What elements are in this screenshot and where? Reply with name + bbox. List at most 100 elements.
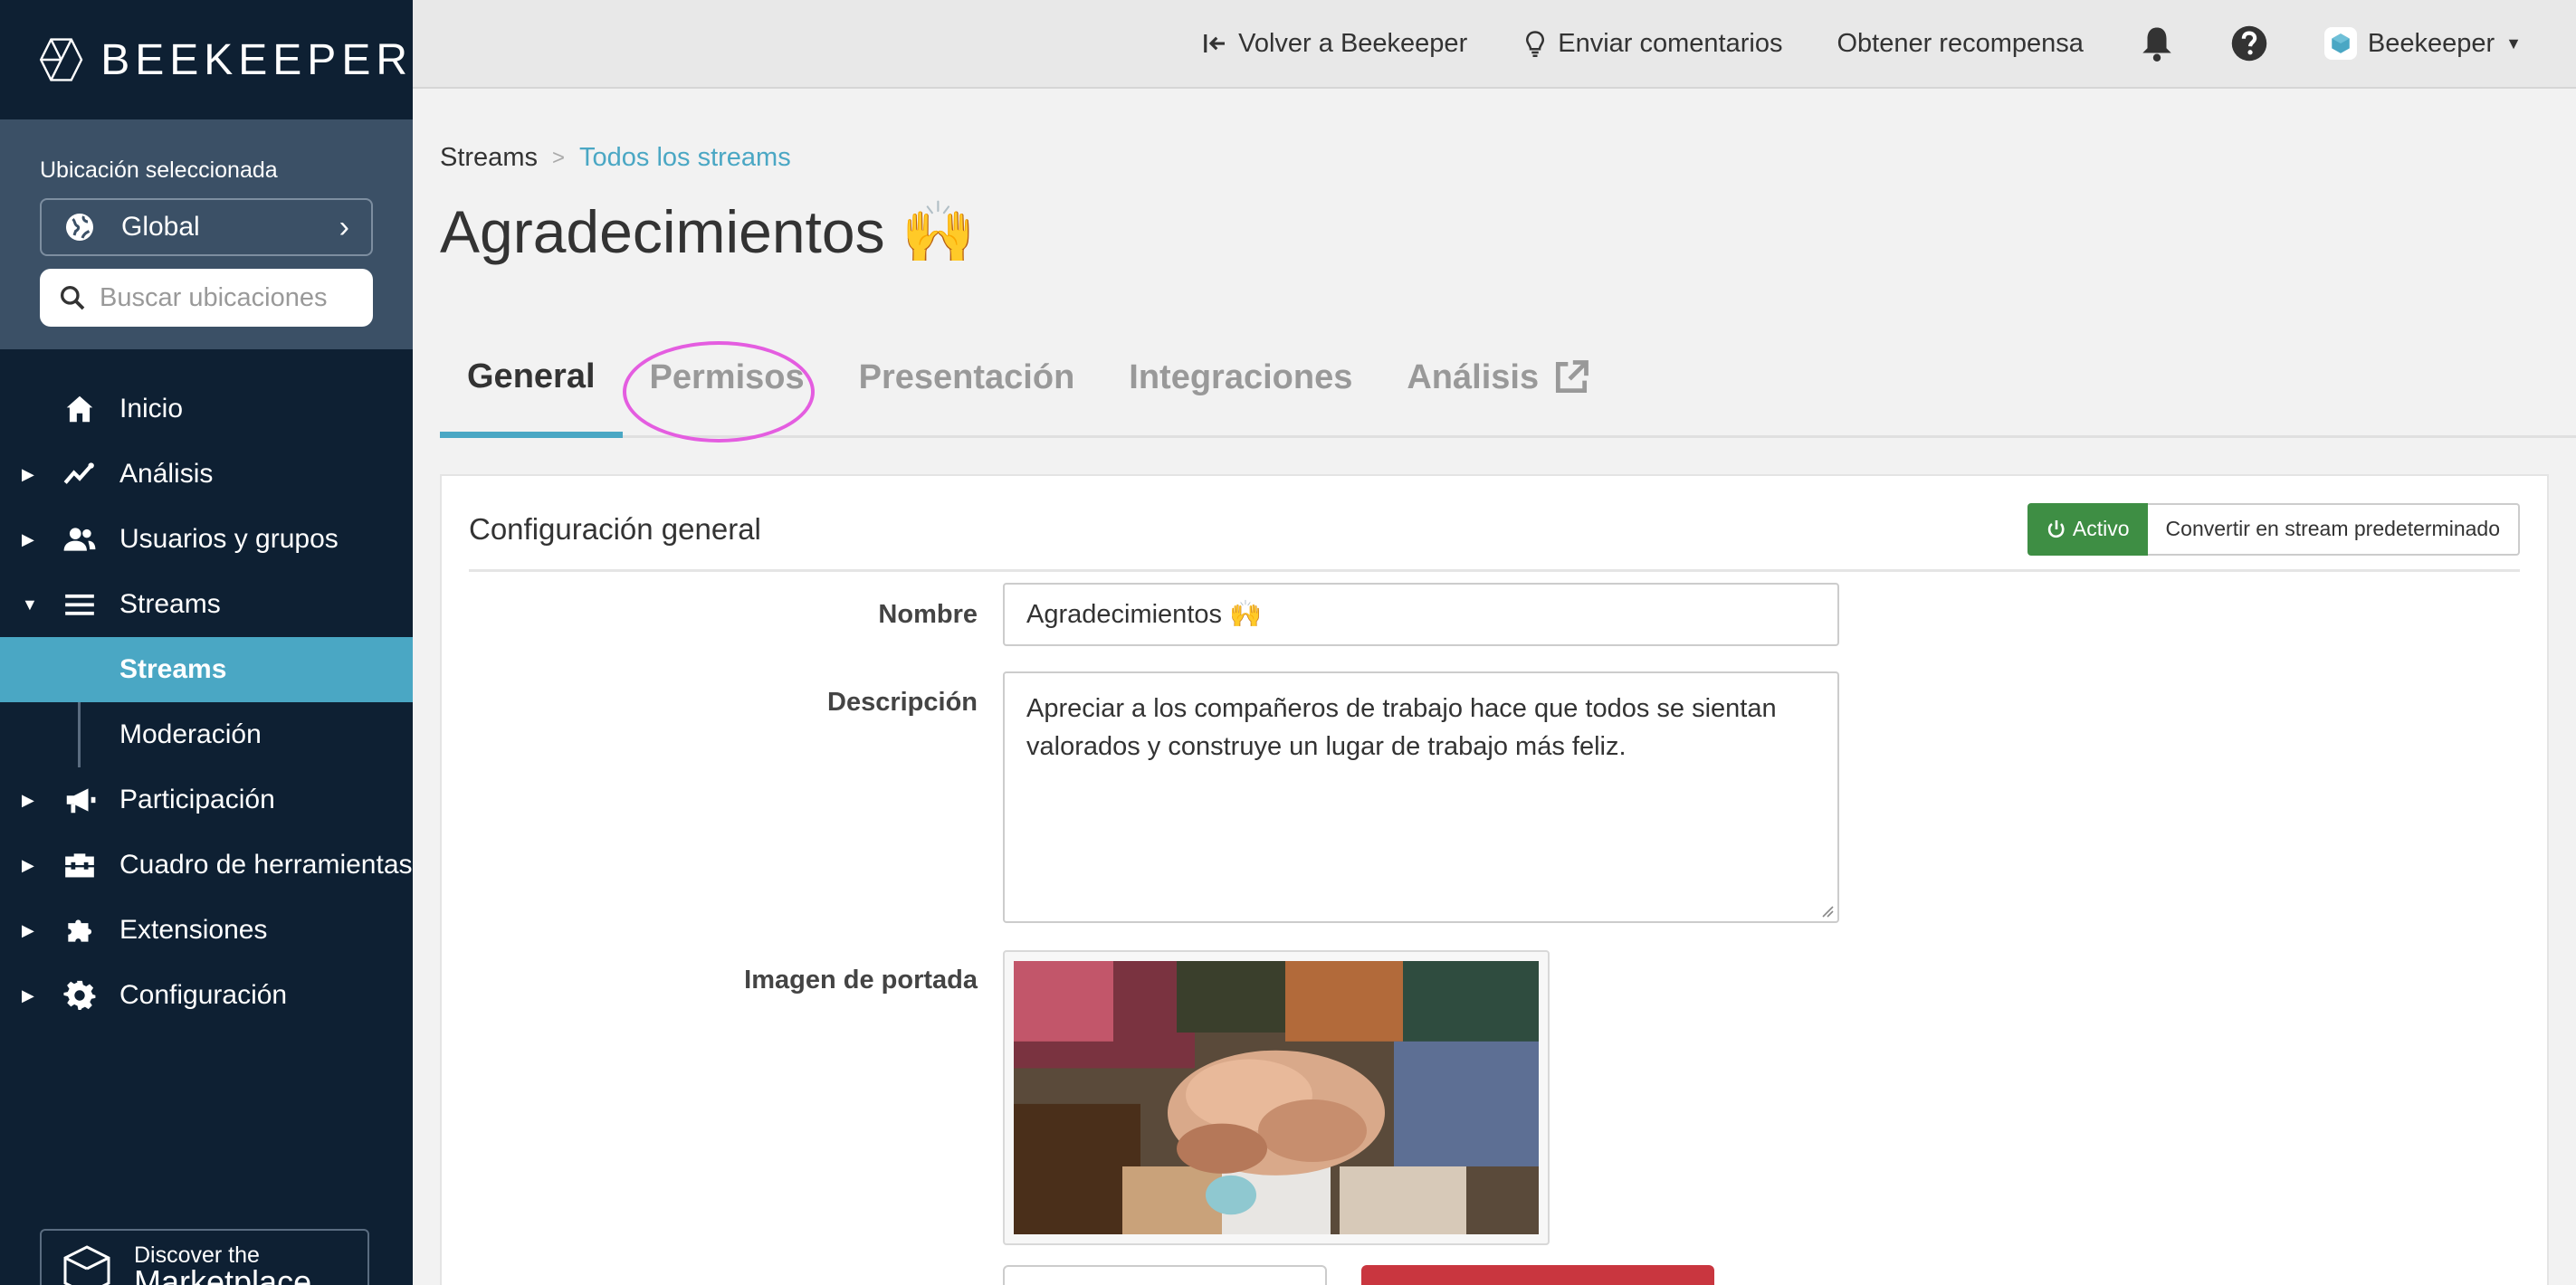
user-menu[interactable]: Beekeeper ▼ (2323, 27, 2522, 60)
search-icon (61, 286, 85, 310)
beekeeper-logo-icon (39, 38, 83, 81)
sidebar-item-label: Participación (119, 785, 275, 814)
tab-integraciones[interactable]: Integraciones (1102, 341, 1379, 435)
caret-right-icon: ▶ (22, 464, 34, 483)
location-search-placeholder: Buscar ubicaciones (100, 282, 328, 312)
sidebar-item-herramientas[interactable]: ▶ Cuadro de herramientas (0, 833, 413, 898)
globe-icon (66, 214, 93, 241)
sidebar-item-usuarios[interactable]: ▶ Usuarios y grupos (0, 507, 413, 572)
card-header: Configuración general Activo Convertir e… (469, 489, 2520, 572)
tab-bar: General Permisos Presentación Integracio… (440, 341, 2576, 443)
active-status-button[interactable]: Activo (2027, 502, 2148, 556)
tab-general[interactable]: General (440, 344, 623, 438)
megaphone-icon (62, 782, 98, 818)
location-search-input[interactable]: Buscar ubicaciones (40, 269, 373, 327)
menu-icon (62, 586, 98, 623)
puzzle-icon (62, 912, 98, 948)
breadcrumb: Streams > Todos los streams (440, 143, 791, 173)
cover-image-frame (1003, 950, 1550, 1245)
chevron-right-icon: › (339, 209, 349, 244)
send-feedback-link[interactable]: Enviar comentarios (1522, 29, 1782, 59)
sidebar-item-participacion[interactable]: ▶ Participación (0, 767, 413, 833)
sidebar-item-label: Análisis (119, 459, 214, 489)
cover-image-label: Imagen de portada (744, 966, 978, 995)
tab-label: Presentación (858, 357, 1075, 396)
caret-down-icon: ▼ (22, 595, 38, 614)
general-settings-card: Configuración general Activo Convertir e… (440, 474, 2549, 1285)
sidebar-nav: Inicio ▶ Análisis ▶ Usuarios y grupos ▼ … (0, 376, 413, 1028)
avatar (2323, 27, 2357, 60)
top-bar: Volver a Beekeeper Enviar comentarios Ob… (413, 0, 2576, 89)
make-default-label: Convertir en stream predeterminado (2165, 517, 2500, 540)
tab-label: Permisos (649, 357, 805, 396)
sidebar-item-label: Usuarios y grupos (119, 524, 339, 554)
name-label: Nombre (878, 600, 978, 629)
gear-icon (62, 977, 98, 1014)
logo[interactable]: BEEKEEPER (0, 0, 413, 119)
tab-permisos[interactable]: Permisos (622, 341, 832, 443)
name-input[interactable]: Agradecimientos 🙌 (1003, 583, 1839, 646)
external-link-icon (1556, 360, 1589, 394)
resize-grip-icon[interactable] (1819, 903, 1834, 918)
sidebar-item-label: Extensiones (119, 915, 268, 945)
user-name: Beekeeper (2367, 28, 2495, 58)
sidebar-item-label: Configuración (119, 980, 288, 1010)
cover-label-wrap: Imagen de portada (442, 966, 978, 1002)
description-label-wrap: Descripción (442, 688, 978, 724)
subnav-item-streams[interactable]: Streams (0, 637, 413, 702)
back-link-label: Volver a Beekeeper (1238, 28, 1468, 58)
description-label: Descripción (827, 688, 978, 717)
location-label: Ubicación seleccionada (40, 157, 278, 183)
sidebar-item-streams[interactable]: ▼ Streams (0, 572, 413, 637)
back-to-beekeeper-link[interactable]: Volver a Beekeeper (1202, 29, 1467, 59)
feedback-link-label: Enviar comentarios (1558, 28, 1783, 58)
home-icon (62, 391, 98, 427)
description-value: Apreciar a los compañeros de trabajo hac… (1026, 694, 1777, 761)
power-icon (2047, 519, 2065, 538)
main-content: Streams > Todos los streams Agradecimien… (413, 90, 2576, 1285)
help-icon[interactable] (2230, 24, 2268, 62)
caret-right-icon: ▶ (22, 529, 34, 548)
sidebar-item-label: Inicio (119, 394, 184, 424)
breadcrumb-separator: > (551, 145, 565, 170)
get-reward-link[interactable]: Obtener recompensa (1837, 29, 2083, 59)
description-textarea[interactable]: Apreciar a los compañeros de trabajo hac… (1003, 671, 1839, 923)
sidebar-item-configuracion[interactable]: ▶ Configuración (0, 963, 413, 1028)
subnav-item-label: Moderación (119, 719, 262, 749)
remove-image-button[interactable] (1361, 1265, 1714, 1285)
marketplace-line2: Marketplace (134, 1263, 312, 1285)
make-default-stream-button[interactable]: Convertir en stream predeterminado (2147, 502, 2520, 556)
sidebar: BEEKEEPER Ubicación seleccionada Global … (0, 0, 413, 1285)
name-input-value: Agradecimientos 🙌 (1026, 600, 1263, 629)
subnav-item-moderacion[interactable]: Moderación (0, 702, 413, 767)
sidebar-item-analisis[interactable]: ▶ Análisis (0, 442, 413, 507)
caret-down-icon: ▼ (2505, 33, 2522, 52)
back-arrow-icon (1204, 34, 1226, 52)
active-status-label: Activo (2072, 517, 2130, 540)
tab-label: Integraciones (1129, 357, 1353, 396)
bell-icon[interactable] (2138, 24, 2176, 62)
streams-subnav: Streams Moderación (0, 637, 413, 767)
hexagon-avatar-icon (2332, 33, 2350, 53)
subnav-item-label: Streams (119, 654, 227, 684)
logo-text: BEEKEEPER (100, 35, 413, 84)
upload-image-button[interactable] (1003, 1265, 1327, 1285)
location-select-button[interactable]: Global › (40, 198, 373, 256)
breadcrumb-current[interactable]: Todos los streams (579, 143, 791, 173)
sidebar-item-inicio[interactable]: Inicio (0, 376, 413, 442)
tab-presentacion[interactable]: Presentación (832, 341, 1102, 435)
marketplace-logo-icon (63, 1245, 110, 1285)
cover-image (1014, 961, 1539, 1234)
sidebar-item-label: Streams (119, 589, 221, 619)
tab-label: General (467, 357, 596, 395)
marketplace-button[interactable]: Discover the Marketplace (40, 1229, 369, 1285)
location-value: Global (121, 212, 200, 242)
breadcrumb-root[interactable]: Streams (440, 143, 538, 173)
caret-right-icon: ▶ (22, 920, 34, 939)
card-title: Configuración general (469, 511, 761, 546)
tab-analisis[interactable]: Análisis (1379, 341, 1618, 435)
trend-icon (62, 456, 98, 492)
sidebar-item-extensiones[interactable]: ▶ Extensiones (0, 898, 413, 963)
sidebar-item-label: Cuadro de herramientas (119, 850, 413, 880)
users-icon (62, 521, 98, 557)
